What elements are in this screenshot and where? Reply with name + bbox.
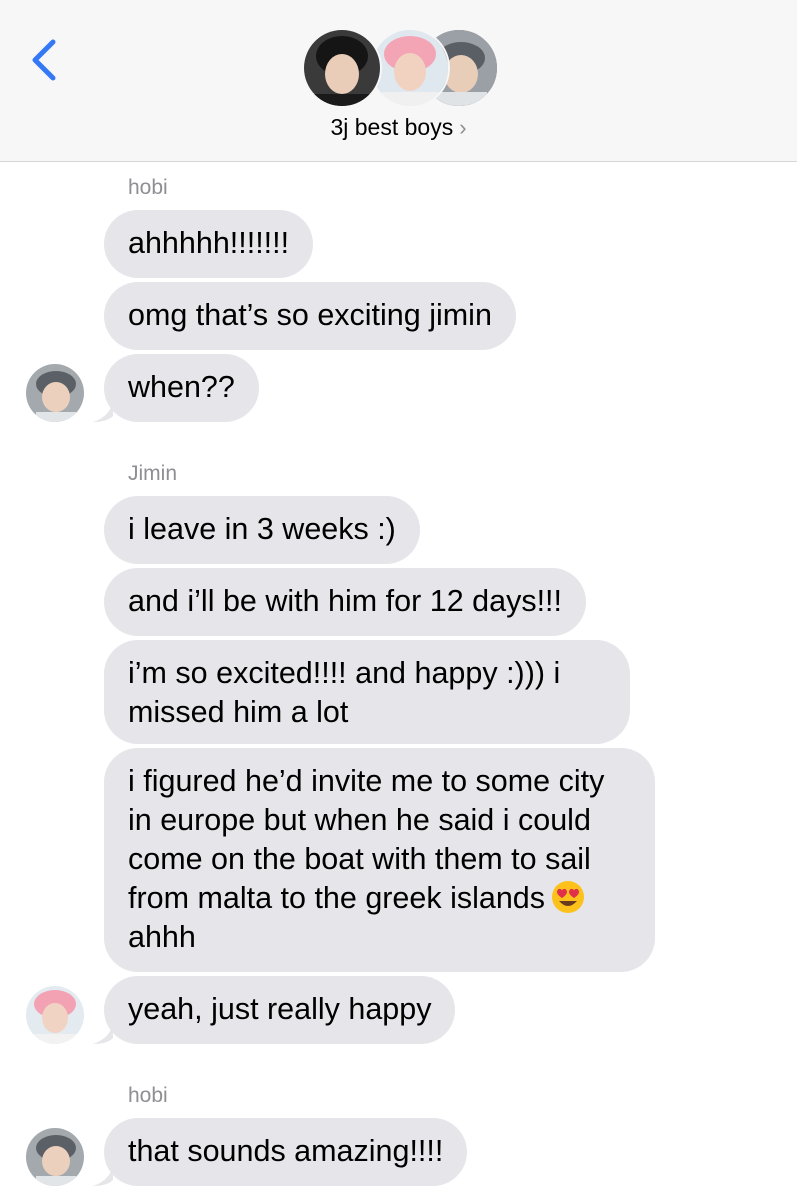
message-bubble[interactable]: omg that’s so exciting jimin bbox=[104, 282, 516, 350]
avatar-jimin-header bbox=[370, 28, 450, 108]
avatar-jimin[interactable] bbox=[26, 986, 84, 1044]
back-chevron-icon[interactable] bbox=[26, 36, 66, 84]
bubble-tail bbox=[93, 1164, 113, 1186]
message-bubble[interactable]: i figured he’d invite me to some city in… bbox=[104, 748, 655, 972]
message-bubble[interactable]: yeah, just really happy bbox=[104, 976, 456, 1044]
sender-name: hobi bbox=[128, 1084, 168, 1107]
message-bubble[interactable]: ahhhhh!!!!!!! bbox=[104, 210, 314, 278]
heart-eyes-emoji-icon bbox=[551, 880, 585, 914]
bubble-tail bbox=[93, 1022, 113, 1044]
conversation-header: 3j best boys › bbox=[0, 0, 797, 162]
message-bubble[interactable]: that sounds amazing!!!! bbox=[104, 1118, 468, 1186]
group-name-label: 3j best boys bbox=[330, 114, 454, 140]
avatar-hobi[interactable] bbox=[26, 1128, 84, 1186]
avatar-hobi[interactable] bbox=[26, 364, 84, 422]
message-bubble[interactable]: i leave in 3 weeks :) bbox=[104, 496, 420, 564]
message-bubble[interactable]: i’m so excited!!!! and happy :))) i miss… bbox=[104, 640, 630, 744]
message-bubble[interactable]: and i’ll be with him for 12 days!!! bbox=[104, 568, 586, 636]
message-bubble[interactable]: when?? bbox=[104, 354, 259, 422]
avatar-jungkook-header bbox=[302, 28, 382, 108]
sender-name: Jimin bbox=[128, 462, 178, 485]
group-avatars[interactable] bbox=[302, 28, 499, 108]
message-text: ahhh bbox=[128, 920, 196, 954]
sender-name: hobi bbox=[128, 176, 168, 199]
group-name-button[interactable]: 3j best boys › bbox=[0, 114, 797, 141]
bubble-tail bbox=[93, 400, 113, 422]
chevron-right-icon: › bbox=[459, 115, 467, 140]
message-text: i figured he’d invite me to some city in… bbox=[128, 764, 605, 915]
